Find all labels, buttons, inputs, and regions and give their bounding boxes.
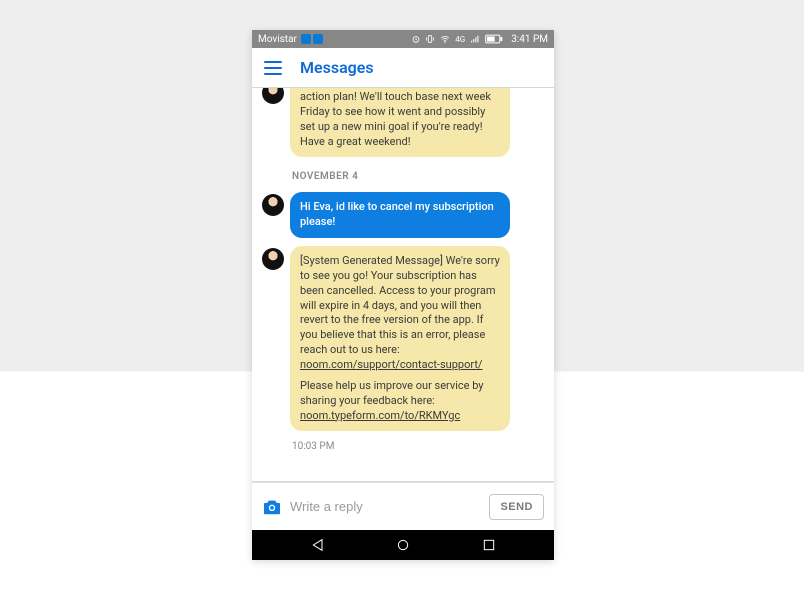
coach-message-text: action plan! We'll touch base next week … <box>300 90 491 148</box>
avatar <box>262 194 284 216</box>
menu-icon[interactable] <box>264 57 286 79</box>
battery-icon <box>485 34 503 44</box>
vibrate-icon <box>425 34 435 44</box>
app-header: Messages <box>252 48 554 88</box>
android-nav-bar <box>252 530 554 560</box>
camera-icon[interactable] <box>262 499 282 515</box>
message-row: [System Generated Message] We're sorry t… <box>262 246 544 431</box>
phone-frame: Movistar 4G 3:41 PM Messages <box>252 30 554 560</box>
message-row: Hi Eva, id like to cancel my subscriptio… <box>262 192 544 238</box>
carrier-mini-icon-2 <box>313 34 323 44</box>
reply-bar: SEND <box>252 482 554 530</box>
status-clock: 3:41 PM <box>511 34 548 45</box>
message-row: action plan! We'll touch base next week … <box>262 88 544 157</box>
support-link[interactable]: noom.com/support/contact-support/ <box>300 358 482 371</box>
status-right-icons: 4G 3:41 PM <box>411 34 548 45</box>
nav-recent-button[interactable] <box>469 530 509 560</box>
nav-home-button[interactable] <box>383 530 423 560</box>
carrier-label: Movistar <box>258 34 297 45</box>
coach-message-bubble: action plan! We'll touch base next week … <box>290 88 510 157</box>
carrier-mini-icon-1 <box>301 34 311 44</box>
avatar <box>262 88 284 104</box>
feedback-link[interactable]: noom.typeform.com/to/RKMYgc <box>300 409 460 422</box>
user-message-text: Hi Eva, id like to cancel my subscriptio… <box>300 200 494 228</box>
avatar <box>262 248 284 270</box>
carrier-mini-icons <box>301 34 323 44</box>
system-message-text-1: [System Generated Message] We're sorry t… <box>300 254 500 356</box>
send-button[interactable]: SEND <box>489 494 544 520</box>
system-message-text-2: Please help us improve our service by sh… <box>300 379 484 407</box>
chat-scroll-area[interactable]: action plan! We'll touch base next week … <box>252 88 554 481</box>
alarm-icon <box>411 34 421 44</box>
wifi-icon <box>439 34 451 44</box>
date-separator: NOVEMBER 4 <box>262 165 544 184</box>
signal-icon <box>469 34 481 44</box>
user-message-bubble: Hi Eva, id like to cancel my subscriptio… <box>290 192 510 238</box>
status-carrier: Movistar <box>258 34 323 45</box>
page-title: Messages <box>300 58 374 77</box>
nav-back-button[interactable] <box>298 530 338 560</box>
network-4g-label: 4G <box>455 35 465 44</box>
reply-input[interactable] <box>290 499 481 514</box>
status-bar: Movistar 4G 3:41 PM <box>252 30 554 48</box>
system-message-bubble: [System Generated Message] We're sorry t… <box>290 246 510 431</box>
message-timestamp: 10:03 PM <box>262 441 544 452</box>
